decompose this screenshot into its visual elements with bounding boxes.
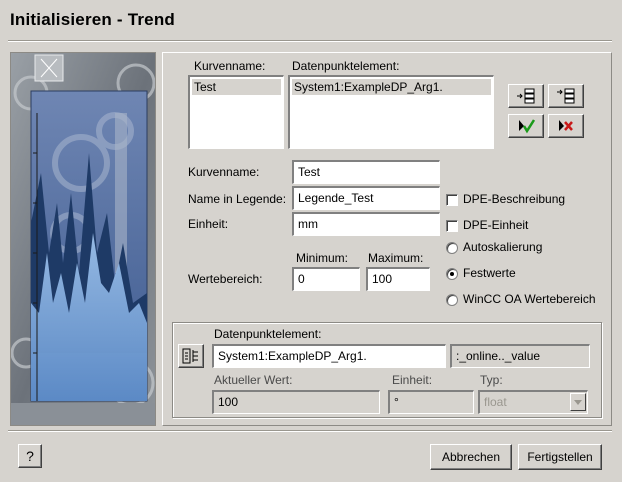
dpe-unit-checkbox[interactable]	[446, 220, 458, 232]
finish-button[interactable]: Fertigstellen	[518, 444, 602, 470]
fixed-values-radio[interactable]	[446, 268, 458, 280]
wizard-artwork	[10, 52, 156, 426]
curve-dpe-list[interactable]: System1:ExampleDP_Arg1.	[288, 75, 494, 149]
delete-x-icon	[559, 120, 573, 131]
insert-after-button[interactable]	[548, 84, 584, 108]
minimum-label: Minimum:	[296, 251, 349, 265]
minimum-field[interactable]: 0	[292, 267, 360, 291]
curve-name-field[interactable]: Test	[292, 160, 440, 184]
accept-button[interactable]	[508, 114, 544, 138]
dpe-description-label: DPE-Beschreibung	[463, 192, 566, 206]
cancel-button[interactable]: Abbrechen	[430, 444, 512, 470]
curve-list-name-header: Kurvenname:	[194, 59, 266, 73]
dpe-field[interactable]: System1:ExampleDP_Arg1.	[212, 344, 446, 368]
curve-name-label: Kurvenname:	[188, 165, 260, 179]
insert-row-above-icon	[517, 88, 535, 104]
dp-selector-button[interactable]	[178, 344, 204, 368]
wincc-range-label: WinCC OA Wertebereich	[463, 292, 596, 306]
help-button[interactable]: ?	[18, 444, 42, 468]
maximum-field[interactable]: 100	[366, 267, 430, 291]
dpe-config-field: :_online.._value	[450, 344, 590, 368]
insert-before-button[interactable]	[508, 84, 544, 108]
maximum-label: Maximum:	[368, 251, 424, 265]
chevron-down-icon	[570, 393, 586, 411]
list-item[interactable]: System1:ExampleDP_Arg1.	[292, 79, 491, 95]
dp-selector-icon	[182, 348, 198, 364]
dpe-unit-label: DPE-Einheit	[463, 218, 529, 232]
type-label: Typ:	[480, 373, 503, 387]
current-value-field: 100	[212, 390, 380, 414]
current-value-label: Aktueller Wert:	[214, 373, 293, 387]
dpe-label: Datenpunktelement:	[214, 327, 322, 341]
insert-row-below-icon	[557, 88, 575, 104]
value-range-label: Wertebereich:	[188, 272, 263, 286]
fixed-values-label: Festwerte	[463, 266, 516, 280]
group-unit-label: Einheit:	[392, 373, 433, 387]
legend-name-label: Name in Legende:	[188, 192, 287, 206]
unit-field[interactable]: mm	[292, 212, 440, 236]
unit-label: Einheit:	[188, 217, 229, 231]
curve-name-list[interactable]: Test	[188, 75, 284, 149]
legend-name-field[interactable]: Legende_Test	[292, 186, 440, 210]
checkmark-icon	[519, 119, 536, 134]
autoscale-label: Autoskalierung	[463, 240, 543, 254]
curve-list-dpe-header: Datenpunktelement:	[292, 59, 400, 73]
gears-trend-illustration	[11, 53, 155, 425]
list-item[interactable]: Test	[192, 79, 281, 95]
wincc-range-radio[interactable]	[446, 294, 458, 306]
autoscale-radio[interactable]	[446, 242, 458, 254]
delete-button[interactable]	[548, 114, 584, 138]
type-select-value: float	[484, 395, 507, 409]
group-unit-field: °	[388, 390, 474, 414]
type-select: float	[478, 390, 588, 414]
title-divider	[8, 40, 612, 42]
window-title: Initialisieren - Trend	[10, 10, 175, 29]
footer-divider	[8, 430, 612, 432]
dpe-description-checkbox[interactable]	[446, 194, 458, 206]
